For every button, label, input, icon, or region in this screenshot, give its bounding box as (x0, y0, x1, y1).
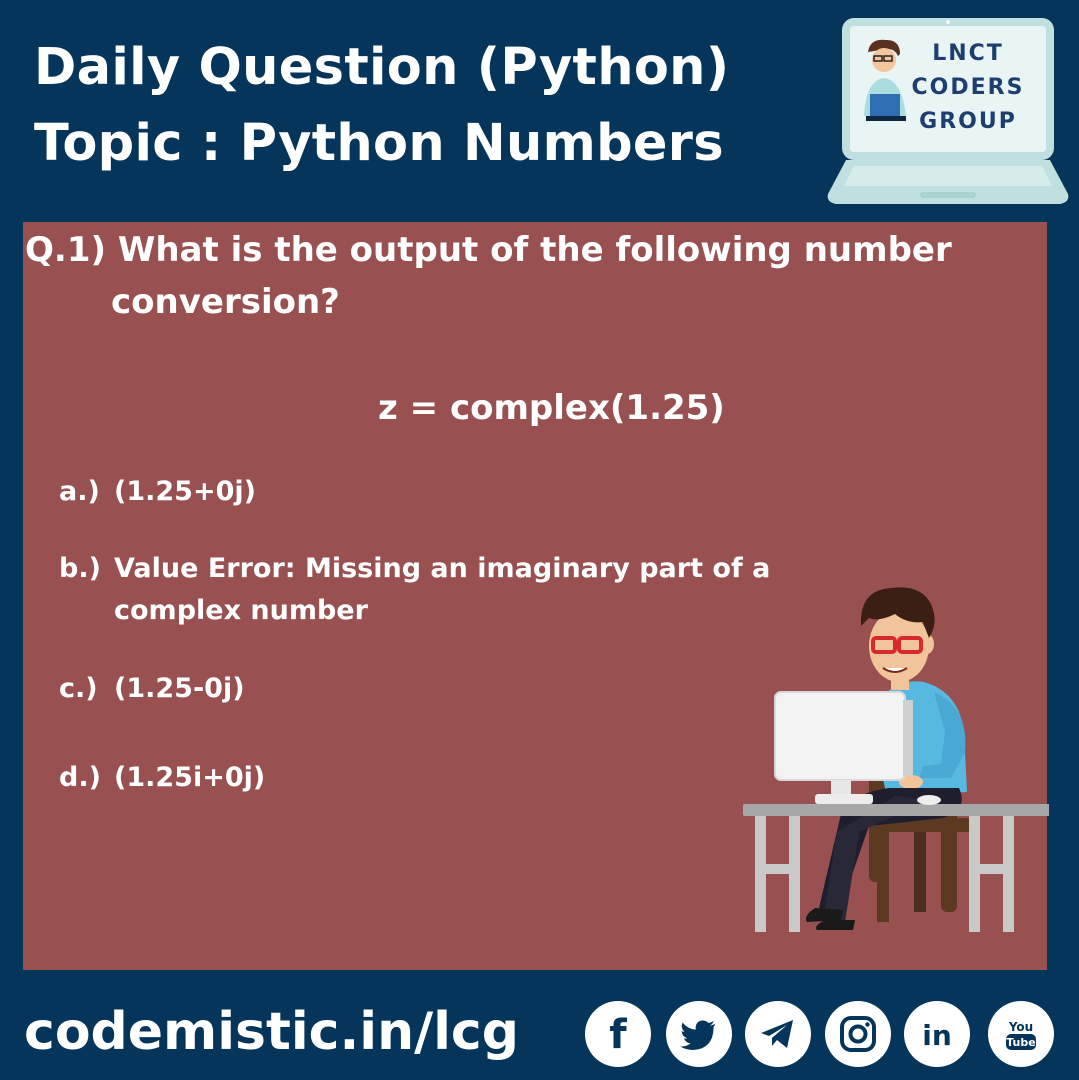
youtube-icon: You Tube (1006, 1020, 1036, 1050)
instagram-button[interactable] (825, 1001, 891, 1067)
question-text: Q.1) What is the output of the following… (25, 230, 952, 270)
option-c-text: (1.25-0j) (114, 673, 245, 704)
option-b-text: Value Error: Missing an imaginary part o… (114, 553, 771, 584)
telegram-icon (761, 1020, 793, 1048)
svg-text:You: You (1008, 1020, 1033, 1034)
programmer-at-desk-illustration (743, 587, 1049, 932)
twitter-button[interactable] (666, 1001, 732, 1067)
facebook-button[interactable]: f (585, 1001, 651, 1067)
website-link[interactable]: codemistic.in/lcg (24, 1002, 519, 1062)
svg-text:Tube: Tube (1006, 1036, 1035, 1049)
option-d-label: d.) (59, 762, 101, 793)
option-a-label: a.) (59, 476, 100, 507)
linkedin-icon: in (922, 1019, 952, 1052)
youtube-button[interactable]: You Tube (988, 1001, 1054, 1067)
option-b-label: b.) (59, 553, 101, 584)
instagram-icon (840, 1016, 876, 1052)
logo-text-line1: LNCT (932, 41, 1004, 66)
option-d-text: (1.25i+0j) (114, 762, 266, 793)
page-title: Daily Question (Python) (34, 38, 730, 97)
twitter-icon (680, 1020, 715, 1050)
page-subtitle-topic: Topic : Python Numbers (34, 114, 724, 173)
option-b: b.) Value Error: Missing an imaginary par… (59, 553, 770, 584)
linkedin-button[interactable]: in (904, 1001, 970, 1067)
question-panel: Q.1) What is the output of the following… (23, 222, 1049, 970)
logo-text-line3: GROUP (919, 109, 1017, 134)
code-snippet: z = complex(1.25) (378, 388, 725, 428)
option-d: d.) (1.25i+0j) (59, 762, 265, 793)
svg-text:in: in (922, 1019, 952, 1052)
option-a: a.) (1.25+0j) (59, 476, 256, 507)
facebook-icon: f (609, 1014, 627, 1054)
option-b-text-continued: complex number (114, 595, 368, 626)
logo-text-line2: CODERS (912, 75, 1025, 100)
telegram-button[interactable] (745, 1001, 811, 1067)
question-text-continued: conversion? (111, 282, 340, 322)
svg-text:f: f (609, 1014, 627, 1054)
option-c-label: c.) (59, 673, 98, 704)
option-a-text: (1.25+0j) (114, 476, 256, 507)
lnct-coders-group-logo: LNCT CODERS GROUP (827, 18, 1069, 204)
option-c: c.) (1.25-0j) (59, 673, 245, 704)
